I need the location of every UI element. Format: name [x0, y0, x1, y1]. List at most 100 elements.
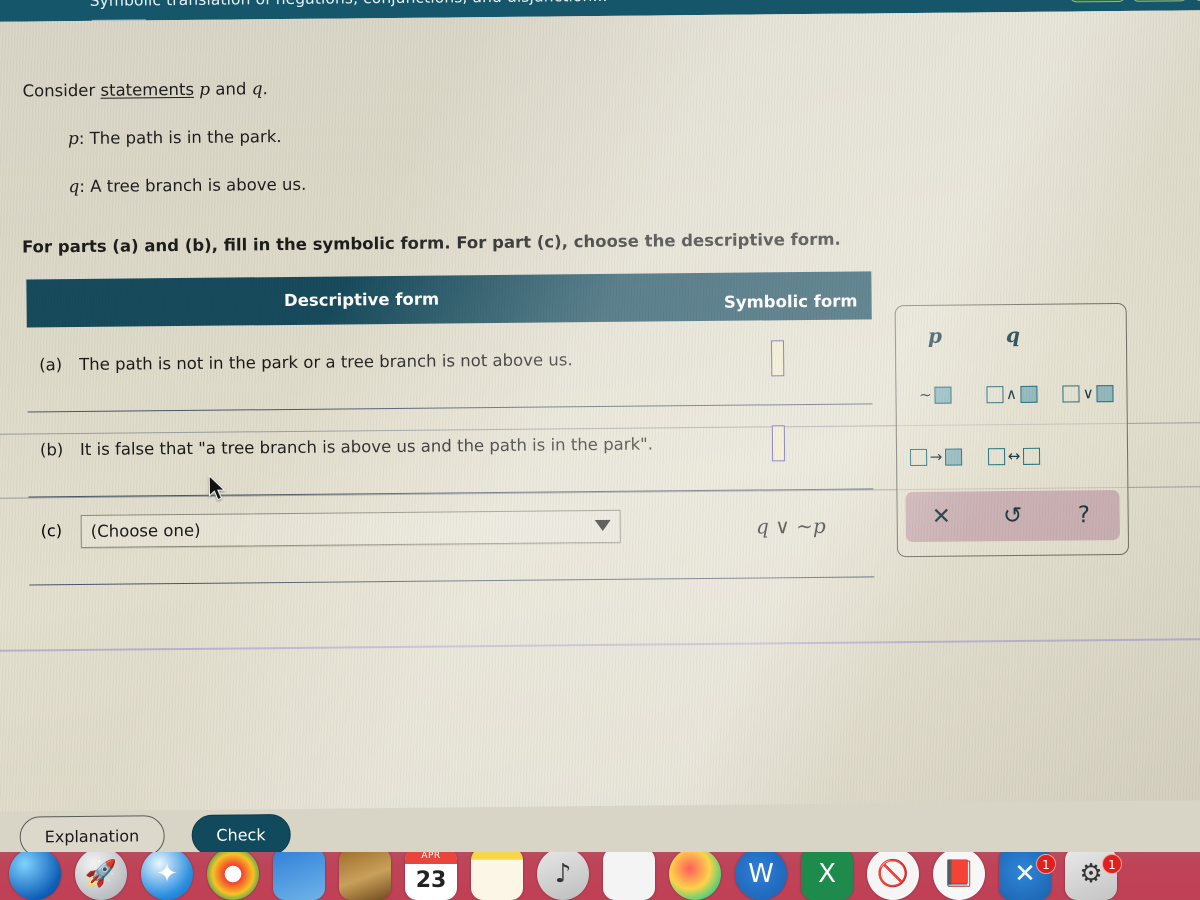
placeholder-box-icon — [934, 386, 952, 404]
descriptive-form-dropdown[interactable]: (Choose one) — [80, 509, 621, 548]
consider-end: . — [262, 79, 268, 99]
blocked-app-glyph: 🚫 — [876, 859, 910, 889]
launchpad-icon: 🚀 — [75, 852, 127, 900]
dock-item-blocked-app[interactable]: 🚫 — [860, 852, 926, 900]
dock-item-books[interactable] — [332, 852, 398, 900]
statement-p-label: p — [67, 128, 79, 150]
statement-q-text: : A tree branch is above us. — [79, 174, 307, 196]
chrome-icon — [207, 852, 259, 900]
arrow-both-icon: ↔ — [1007, 446, 1021, 466]
dock-item-excel-alt[interactable]: ✕ 1 — [992, 852, 1058, 900]
stray-rule-3 — [0, 637, 1200, 652]
books-icon — [339, 852, 391, 900]
palette-negation-button[interactable]: ~ — [896, 385, 973, 404]
palette-operators-row-2: → ↔ — [897, 446, 1127, 466]
symbolic-answer-c: q ∨ ~p — [755, 513, 826, 539]
symbolic-cell-a — [770, 340, 785, 377]
statement-p-text: : The path is in the park. — [78, 127, 282, 148]
symbolic-input-a[interactable] — [770, 340, 785, 377]
page-title: Symbolic translation of negations, conju… — [90, 0, 608, 14]
dock-item-color-picker[interactable] — [662, 852, 728, 900]
row-label-c: (c) — [40, 521, 63, 541]
notes-icon — [471, 852, 523, 900]
excel-glyph: X — [818, 859, 836, 889]
calendar-icon: APR 23 — [405, 852, 457, 900]
arrow-right-icon: → — [929, 447, 943, 466]
dock-item-launchpad[interactable]: 🚀 — [68, 852, 134, 900]
consider-prefix: Consider — [22, 80, 101, 101]
calendar-day-label: 23 — [415, 868, 447, 893]
consider-mid: and — [210, 79, 252, 99]
and-icon: ∧ — [1005, 384, 1018, 404]
pdf-reader-glyph: 📕 — [942, 859, 976, 889]
header-pill-3[interactable] — [1193, 0, 1200, 2]
help-icon[interactable]: ? — [1048, 502, 1120, 529]
dock-item-word[interactable]: W — [728, 852, 794, 900]
palette-actions-bar: ✕ ↺ ? — [905, 490, 1120, 543]
symbol-palette: p q ~ ∧ ∨ → ↔ ✕ ↺ ? — [894, 302, 1130, 558]
symbolic-input-b[interactable] — [771, 425, 786, 462]
dock-item-music[interactable]: ♪ — [530, 852, 596, 900]
tilde-icon: ~ — [918, 385, 932, 404]
placeholder-box-icon — [909, 448, 927, 466]
statements-link[interactable]: statements — [100, 80, 194, 100]
var-q: q — [251, 79, 263, 100]
placeholder-box-icon — [1096, 384, 1114, 402]
palette-operators-row-1: ~ ∧ ∨ — [896, 384, 1126, 404]
palette-variables-row: p q — [896, 322, 1126, 348]
table-header-row: Descriptive form Symbolic form — [26, 271, 872, 328]
dock-item-numbers[interactable] — [596, 852, 662, 900]
clear-icon[interactable]: ✕ — [906, 503, 978, 530]
statement-q: q: A tree branch is above us. — [68, 175, 306, 197]
blocked-app-icon: 🚫 — [867, 852, 919, 900]
music-glyph: ♪ — [554, 859, 572, 889]
finder-icon — [9, 852, 61, 900]
answer-table: Descriptive form Symbolic form (a) The p… — [26, 271, 875, 586]
placeholder-box-icon — [1062, 384, 1080, 403]
music-icon: ♪ — [537, 852, 589, 900]
placeholder-box-icon — [1023, 447, 1041, 465]
palette-var-q[interactable]: q — [974, 323, 1052, 348]
exercise-page: Consider statements p and q. p: The path… — [0, 10, 1200, 858]
chevron-down-icon — [594, 519, 611, 532]
palette-conditional-button[interactable]: → — [897, 447, 975, 466]
header-buttons-group — [1069, 0, 1200, 3]
notification-badge: 1 — [1102, 854, 1122, 874]
symbolic-cell-b — [771, 425, 786, 462]
notification-badge: 1 — [1036, 854, 1056, 874]
var-p: p — [199, 79, 211, 100]
color-picker-icon — [669, 852, 721, 900]
photos-icon — [273, 852, 325, 900]
dock-item-calendar[interactable]: APR 23 — [398, 852, 464, 900]
row-label-a: (a) — [39, 355, 63, 375]
safari-glyph: ✦ — [156, 859, 178, 889]
dock-item-photos[interactable] — [266, 852, 332, 900]
placeholder-box-icon — [945, 448, 963, 466]
column-header-symbolic: Symbolic form — [723, 291, 858, 312]
dock-item-safari[interactable]: ✦ — [134, 852, 200, 900]
pdf-reader-icon: 📕 — [933, 852, 985, 900]
instruction-text: For parts (a) and (b), fill in the symbo… — [21, 229, 841, 257]
or-icon: ∨ — [1082, 384, 1094, 403]
undo-icon[interactable]: ↺ — [977, 503, 1049, 530]
statement-p: p: The path is in the park. — [68, 127, 282, 149]
palette-biconditional-button[interactable]: ↔ — [975, 447, 1053, 466]
dock-item-notes[interactable] — [464, 852, 530, 900]
dock-item-system-preferences[interactable]: ⚙ 1 — [1058, 852, 1124, 900]
table-row: (b) It is false that "a tree branch is a… — [27, 404, 874, 498]
palette-conjunction-button[interactable]: ∧ — [973, 385, 1050, 404]
dock-item-finder[interactable] — [2, 852, 68, 900]
macos-dock: 🚀 ✦ APR 23 ♪ W X 🚫 📕 ✕ 1 ⚙ 1 — [0, 852, 1200, 900]
word-glyph: W — [748, 859, 774, 889]
palette-disjunction-button[interactable]: ∨ — [1050, 384, 1127, 403]
dock-item-excel[interactable]: X — [794, 852, 860, 900]
header-pill-2[interactable] — [1131, 0, 1188, 2]
dock-item-chrome[interactable] — [200, 852, 266, 900]
placeholder-box-icon — [1019, 385, 1038, 403]
header-pill-1[interactable] — [1069, 0, 1126, 3]
row-descriptive-b: It is false that "a tree branch is above… — [79, 434, 654, 459]
word-icon: W — [735, 852, 787, 900]
check-button[interactable]: Check — [191, 813, 291, 856]
dock-item-pdf-reader[interactable]: 📕 — [926, 852, 992, 900]
palette-var-p[interactable]: p — [896, 323, 974, 348]
